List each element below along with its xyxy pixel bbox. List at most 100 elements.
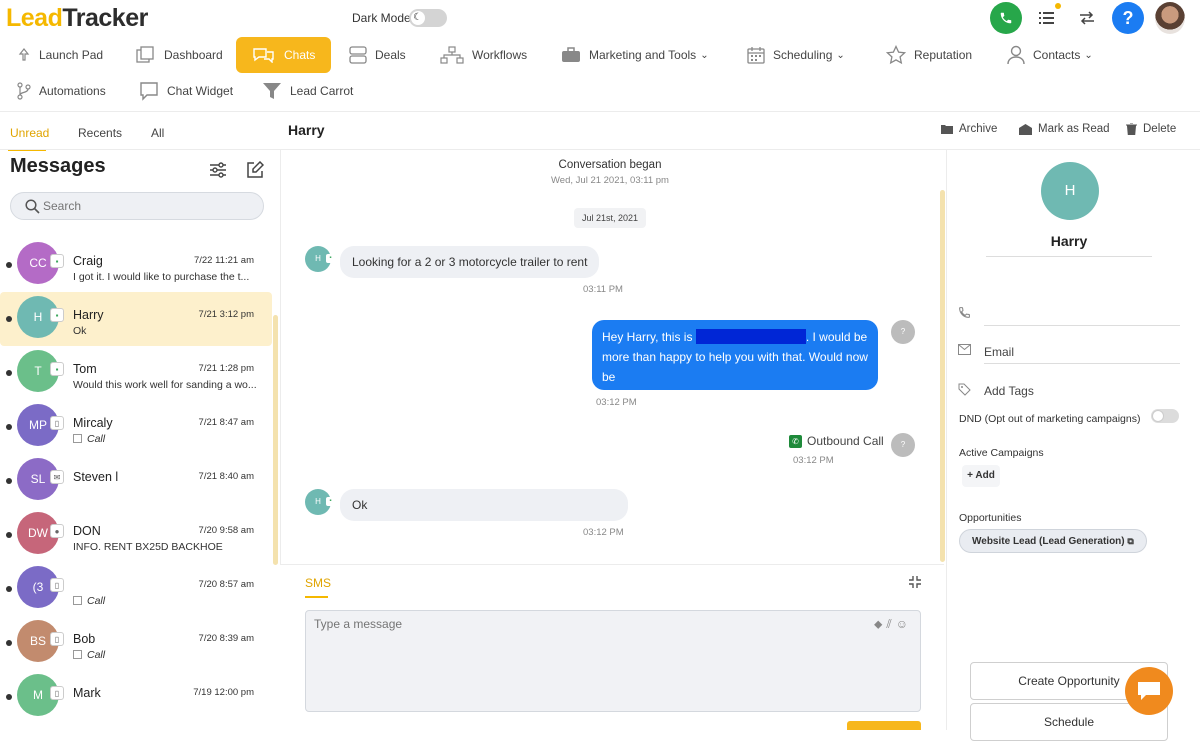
conversation-item[interactable]: CC ▪ Craig 7/22 11:21 am I got it. I would l… (0, 238, 272, 292)
nav-scheduling[interactable]: Scheduling ⌄ (747, 37, 845, 73)
message-time: 7/20 8:57 am (198, 579, 254, 590)
message-preview: Call (73, 595, 258, 607)
conversation-item[interactable]: SL ✉ Steven l 7/21 8:40 am (0, 454, 272, 508)
funnel-icon (263, 83, 281, 99)
nav-launch-pad[interactable]: Launch Pad (17, 37, 103, 73)
tab-underline (305, 596, 328, 598)
chevron-down-icon: ⌄ (1084, 49, 1093, 61)
nav-reputation[interactable]: Reputation (886, 37, 972, 73)
chat-channel-icon: ● (50, 524, 64, 538)
filter-icon[interactable] (209, 162, 227, 178)
phone-channel-icon: ▯ (50, 632, 64, 646)
conversation-item[interactable]: DW ● DON 7/20 9:58 am INFO. RENT BX25D BACKH… (0, 508, 272, 562)
tab-all[interactable]: All (151, 126, 164, 140)
dnd-toggle[interactable] (1151, 409, 1179, 423)
attachment-icon[interactable]: ⫽ (886, 617, 891, 632)
conversation-title: Harry (288, 122, 325, 138)
help-button[interactable]: ? (1112, 2, 1144, 34)
delete-button[interactable]: Delete (1126, 123, 1176, 135)
folder-icon (941, 125, 953, 134)
contact-name: Harry (1050, 233, 1088, 249)
contact-name: Craig (73, 254, 103, 268)
compose-icon[interactable] (246, 161, 264, 179)
nav-lead-carrot[interactable]: Lead Carrot (262, 73, 353, 109)
brand-logo[interactable]: LeadTracker (6, 4, 148, 33)
call-icon (73, 434, 82, 443)
add-campaign-button[interactable]: + Add (962, 465, 1000, 487)
dark-mode-control: Dark Mode ☾ (352, 9, 447, 27)
list-icon (1039, 12, 1054, 24)
tab-recents[interactable]: Recents (78, 126, 122, 140)
message-input[interactable] (314, 617, 854, 697)
nav-label: Chat Widget (167, 84, 234, 98)
nav-label: Marketing and Tools (589, 48, 697, 62)
messages-title: Messages (10, 155, 106, 177)
rocket-icon (18, 48, 30, 61)
nav-workflows[interactable]: Workflows (440, 37, 527, 73)
conversation-item[interactable]: H ▪ Harry 7/21 3:12 pm Ok (0, 292, 272, 346)
phone-field[interactable] (958, 302, 1180, 326)
emoji-icon[interactable]: ☺ (896, 617, 908, 632)
conversation-began-date: Wed, Jul 21 2021, 03:11 pm (551, 175, 669, 186)
message-preview: Call (73, 433, 258, 445)
phone-button[interactable] (990, 2, 1022, 34)
nav-chats[interactable]: Chats (236, 37, 332, 73)
list-scrollbar[interactable] (273, 315, 278, 565)
tags-field[interactable]: Add Tags (958, 379, 1180, 403)
conversation-item[interactable]: T ▪ Tom 7/21 1:28 pm Would this work well fo… (0, 346, 272, 400)
workflow-icon (440, 46, 464, 64)
tag-icon[interactable]: ⬥ (874, 617, 882, 632)
search-input[interactable] (43, 199, 243, 213)
deals-icon (349, 46, 367, 64)
incoming-message: Looking for a 2 or 3 motorcycle trailer … (340, 246, 600, 278)
swap-icon (1080, 11, 1094, 25)
conversation-item[interactable]: (3 ▯ 7/20 8:57 am Call (0, 562, 272, 616)
agent-avatar: ? (891, 320, 915, 344)
nav-chat-widget[interactable]: Chat Widget (139, 73, 233, 109)
sms-icon: ▪ (326, 254, 335, 263)
contact-name: Steven l (73, 470, 119, 484)
tab-sms[interactable]: SMS (305, 576, 331, 590)
user-avatar[interactable] (1155, 2, 1185, 34)
email-field[interactable]: Email (958, 340, 1180, 364)
live-chat-button[interactable] (1125, 667, 1173, 715)
message-time: 7/21 1:28 pm (198, 363, 254, 374)
nav-contacts[interactable]: Contacts ⌄ (1007, 37, 1093, 73)
phone-channel-icon: ▯ (50, 686, 64, 700)
conversation-item[interactable]: MP ▯ Mircaly 7/21 8:47 am Call (0, 400, 272, 454)
switch-account-button[interactable] (1075, 6, 1099, 30)
branch-icon (17, 82, 31, 100)
tab-unread[interactable]: Unread (10, 126, 49, 140)
archive-button[interactable]: Archive (941, 123, 997, 135)
search-box (10, 192, 264, 220)
nav-automations[interactable]: Automations (17, 73, 106, 109)
collapse-icon[interactable] (908, 575, 922, 589)
tasks-button[interactable] (1035, 6, 1059, 30)
conversation-item[interactable]: M ▯ Mark 7/19 12:00 pm (0, 670, 272, 724)
message-time: 7/21 8:47 am (198, 417, 254, 428)
thread-scrollbar[interactable] (940, 190, 945, 562)
nav-deals[interactable]: Deals (349, 37, 406, 73)
nav-marketing-and-tools[interactable]: Marketing and Tools ⌄ (561, 37, 709, 73)
nav-dashboard[interactable]: Dashboard (136, 37, 223, 73)
conversation-began-label: Conversation began (558, 159, 662, 171)
message-avatar: H ▪ (305, 246, 335, 272)
send-button[interactable] (847, 721, 921, 730)
unread-dot (6, 370, 12, 376)
conversation-item[interactable]: BS ▯ Bob 7/20 8:39 am Call (0, 616, 272, 670)
dark-mode-toggle[interactable]: ☾ (408, 9, 447, 27)
opportunity-pill[interactable]: Website Lead (Lead Generation) ⧉ (959, 529, 1147, 553)
contact-name: Mark (73, 686, 101, 700)
dashboard-icon (136, 46, 154, 63)
external-link-icon: ⧉ (1127, 536, 1134, 546)
chat-bubble-icon (1138, 682, 1160, 700)
delete-label: Delete (1143, 123, 1177, 135)
mark-as-read-button[interactable]: Mark as Read (1019, 123, 1110, 135)
sms-channel-icon: ▪ (50, 308, 64, 322)
message-time: 7/21 3:12 pm (198, 309, 254, 320)
phone-icon (959, 307, 970, 318)
nav-label: Automations (39, 84, 106, 98)
call-icon (73, 596, 82, 605)
tags-label: Add Tags (984, 384, 1034, 398)
message-preview: Call (73, 649, 258, 661)
